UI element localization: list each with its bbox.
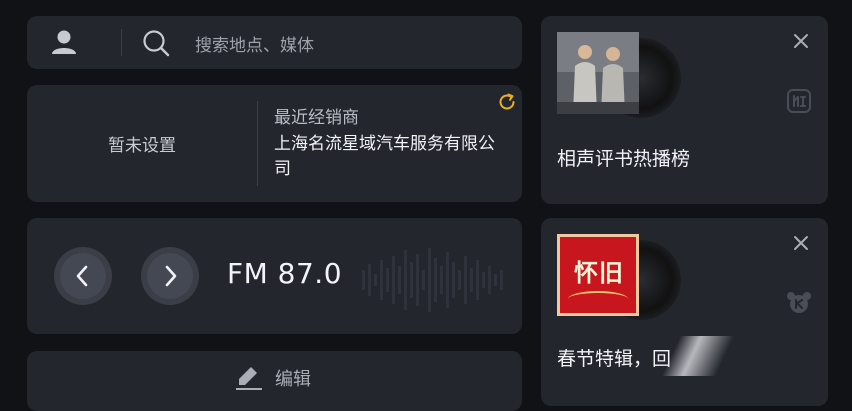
recent-dealer-label: 最近经销商 (274, 108, 359, 128)
previous-station-button[interactable] (54, 247, 112, 305)
edit-bar[interactable]: 编辑 (27, 351, 522, 411)
search-bar[interactable]: 搜索地点、媒体 (27, 16, 522, 69)
radio-card[interactable]: FM 87.0 (27, 218, 522, 334)
close-icon[interactable] (792, 234, 810, 252)
cover-text: 怀旧 (574, 258, 624, 287)
media-title[interactable]: 相声评书热播榜 (557, 144, 690, 171)
chevron-left-icon (76, 265, 88, 287)
divider (257, 101, 258, 186)
media-card[interactable]: 怀旧 春节特辑，回 (541, 218, 828, 406)
unset-label[interactable]: 暂未设置 (27, 85, 257, 202)
media-title[interactable]: 春节特辑，回 (557, 344, 671, 371)
dealer-card[interactable]: 暂未设置 最近经销商 上海名流星域汽车服务有限公司 (27, 85, 522, 202)
album-cover (557, 32, 639, 114)
audio-wave-graphic (362, 248, 503, 312)
close-icon[interactable] (792, 32, 810, 50)
scroll-fade-highlight (661, 336, 741, 376)
crosstalk-performers-image (557, 32, 639, 114)
nostalgia-cover-art: 怀旧 (557, 234, 639, 316)
radio-frequency: FM 87.0 (227, 257, 343, 290)
search-placeholder[interactable]: 搜索地点、媒体 (195, 31, 314, 56)
user-icon[interactable] (49, 27, 79, 57)
chevron-right-icon (165, 265, 177, 287)
pencil-icon (236, 367, 262, 390)
dealer-name[interactable]: 上海名流星域汽车服务有限公司 (274, 132, 504, 182)
divider (121, 29, 122, 56)
refresh-icon[interactable] (497, 92, 517, 112)
cloud-ornament (568, 291, 628, 307)
listen-icon (787, 89, 811, 113)
next-station-button[interactable] (141, 247, 199, 305)
kaola-icon (787, 292, 811, 313)
search-icon (143, 30, 170, 57)
edit-label: 编辑 (275, 369, 311, 390)
album-cover: 怀旧 (557, 234, 639, 316)
media-card[interactable]: 相声评书热播榜 (541, 16, 828, 204)
